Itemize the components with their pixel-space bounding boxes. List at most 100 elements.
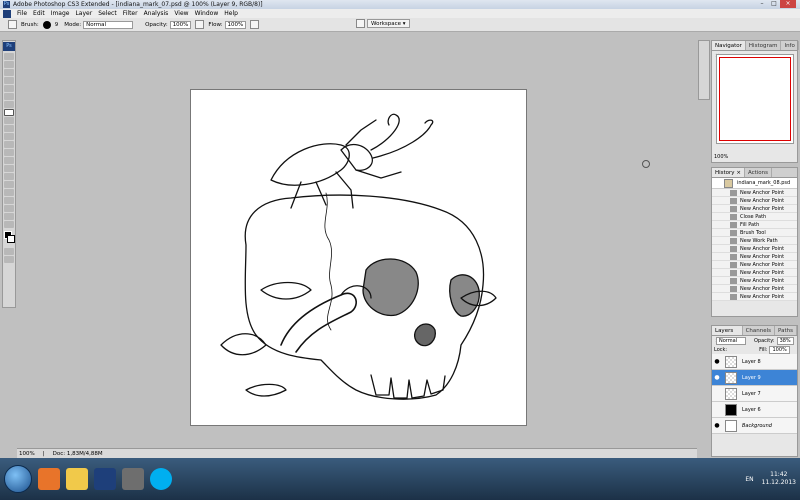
- history-item[interactable]: New Anchor Point: [712, 245, 797, 253]
- photoshop-taskbar-icon[interactable]: [94, 468, 116, 490]
- tab-channels[interactable]: Channels: [743, 326, 776, 335]
- menu-help[interactable]: Help: [221, 9, 241, 18]
- history-item[interactable]: New Anchor Point: [712, 261, 797, 269]
- eyedropper-tool-icon[interactable]: [4, 205, 14, 212]
- menu-select[interactable]: Select: [95, 9, 120, 18]
- marquee-tool-icon[interactable]: [4, 61, 14, 68]
- status-zoom[interactable]: 100%: [19, 451, 35, 457]
- menu-layer[interactable]: Layer: [72, 9, 95, 18]
- menu-edit[interactable]: Edit: [30, 9, 48, 18]
- tab-navigator[interactable]: Navigator ×: [712, 41, 746, 59]
- gradient-tool-icon[interactable]: [4, 141, 14, 148]
- navigator-zoom[interactable]: 100%: [714, 154, 728, 160]
- brush-tool-icon[interactable]: [4, 109, 14, 116]
- lasso-tool-icon[interactable]: [4, 69, 14, 76]
- tab-info[interactable]: Info: [781, 41, 799, 50]
- history-brush-tool-icon[interactable]: [4, 125, 14, 132]
- type-tool-icon[interactable]: [4, 173, 14, 180]
- airbrush-toggle-icon[interactable]: [195, 20, 205, 29]
- history-item[interactable]: New Anchor Point: [712, 189, 797, 197]
- menu-window[interactable]: Window: [192, 9, 222, 18]
- slice-tool-icon[interactable]: [4, 93, 14, 100]
- blend-mode-select[interactable]: Normal: [716, 336, 746, 345]
- healing-brush-tool-icon[interactable]: [4, 101, 14, 108]
- magic-wand-tool-icon[interactable]: [4, 77, 14, 84]
- toolbox: Ps: [2, 40, 16, 308]
- menu-filter[interactable]: Filter: [120, 9, 141, 18]
- lock-label: Lock:: [714, 346, 728, 353]
- history-item[interactable]: New Anchor Point: [712, 293, 797, 301]
- pen-tool-icon[interactable]: [4, 165, 14, 172]
- airbrush-icon[interactable]: [250, 20, 260, 29]
- document-canvas[interactable]: [190, 89, 527, 426]
- tab-layers[interactable]: Layers ×: [712, 326, 743, 344]
- menu-view[interactable]: View: [171, 9, 191, 18]
- brush-preview-icon[interactable]: [42, 20, 51, 29]
- taskbar: [0, 458, 800, 500]
- quick-mask-icon[interactable]: [4, 248, 14, 255]
- maximize-button[interactable]: □: [768, 0, 780, 8]
- menu-image[interactable]: Image: [48, 9, 73, 18]
- history-snapshot[interactable]: indiana_mark_08.psd: [712, 178, 797, 189]
- history-item[interactable]: New Anchor Point: [712, 277, 797, 285]
- hand-tool-icon[interactable]: [4, 213, 14, 220]
- history-item[interactable]: New Anchor Point: [712, 205, 797, 213]
- path-selection-tool-icon[interactable]: [4, 181, 14, 188]
- layer-row[interactable]: Layer 7: [712, 386, 797, 402]
- tab-histogram[interactable]: Histogram: [746, 41, 782, 50]
- eraser-tool-icon[interactable]: [4, 133, 14, 140]
- navigator-view-box[interactable]: [719, 57, 791, 141]
- shape-tool-icon[interactable]: [4, 189, 14, 196]
- dodge-tool-icon[interactable]: [4, 157, 14, 164]
- history-item[interactable]: New Work Path: [712, 237, 797, 245]
- flow-field[interactable]: 100%: [224, 20, 247, 29]
- navigator-thumbnail[interactable]: [716, 54, 794, 144]
- minimize-button[interactable]: –: [756, 0, 768, 8]
- history-item[interactable]: New Anchor Point: [712, 253, 797, 261]
- layer-row-selected[interactable]: ● Layer 9: [712, 370, 797, 386]
- clone-stamp-tool-icon[interactable]: [4, 117, 14, 124]
- background-color-swatch[interactable]: [7, 235, 15, 243]
- app-taskbar-icon[interactable]: [122, 468, 144, 490]
- screen-mode-icon[interactable]: [4, 256, 14, 263]
- history-item[interactable]: Close Path: [712, 213, 797, 221]
- visibility-eye-icon[interactable]: ●: [713, 374, 721, 381]
- move-tool-icon[interactable]: [4, 53, 14, 60]
- navigator-tabs: Navigator × Histogram Info: [712, 41, 799, 59]
- crop-tool-icon[interactable]: [4, 85, 14, 92]
- firefox-icon[interactable]: [38, 468, 60, 490]
- layer-row[interactable]: ● Background: [712, 418, 797, 434]
- history-item[interactable]: Fill Path: [712, 221, 797, 229]
- palette-well-icon[interactable]: [356, 19, 365, 28]
- tab-paths[interactable]: Paths: [775, 326, 797, 335]
- language-indicator[interactable]: EN: [745, 476, 753, 483]
- folder-icon[interactable]: [66, 468, 88, 490]
- tab-history[interactable]: History ×: [712, 168, 745, 177]
- zoom-tool-icon[interactable]: [4, 221, 14, 228]
- history-item[interactable]: New Anchor Point: [712, 269, 797, 277]
- history-item[interactable]: Brush Tool: [712, 229, 797, 237]
- clock[interactable]: 11:42 11.12.2013: [762, 471, 796, 487]
- blur-tool-icon[interactable]: [4, 149, 14, 156]
- history-item[interactable]: New Anchor Point: [712, 197, 797, 205]
- visibility-eye-icon[interactable]: ●: [713, 358, 721, 365]
- visibility-eye-icon[interactable]: ●: [713, 422, 721, 429]
- opacity-field[interactable]: 100%: [169, 20, 192, 29]
- workspace-button[interactable]: Workspace ▾: [367, 19, 410, 28]
- tab-actions[interactable]: Actions: [745, 168, 773, 177]
- app-menu-icon[interactable]: [3, 9, 11, 18]
- close-button[interactable]: ×: [780, 0, 796, 8]
- history-item[interactable]: New Anchor Point: [712, 285, 797, 293]
- start-button[interactable]: [4, 465, 32, 493]
- layer-row[interactable]: Layer 6: [712, 402, 797, 418]
- layer-opacity-field[interactable]: 38%: [776, 336, 794, 345]
- menu-file[interactable]: File: [14, 9, 30, 18]
- notes-tool-icon[interactable]: [4, 197, 14, 204]
- brush-tool-preset-icon[interactable]: [8, 20, 17, 29]
- skype-icon[interactable]: [150, 468, 172, 490]
- menu-analysis[interactable]: Analysis: [141, 9, 172, 18]
- layer-row[interactable]: ● Layer 8: [712, 354, 797, 370]
- fill-field[interactable]: 100%: [769, 345, 790, 354]
- skull-beetle-artwork: [220, 113, 497, 400]
- mode-select[interactable]: Normal: [83, 20, 134, 29]
